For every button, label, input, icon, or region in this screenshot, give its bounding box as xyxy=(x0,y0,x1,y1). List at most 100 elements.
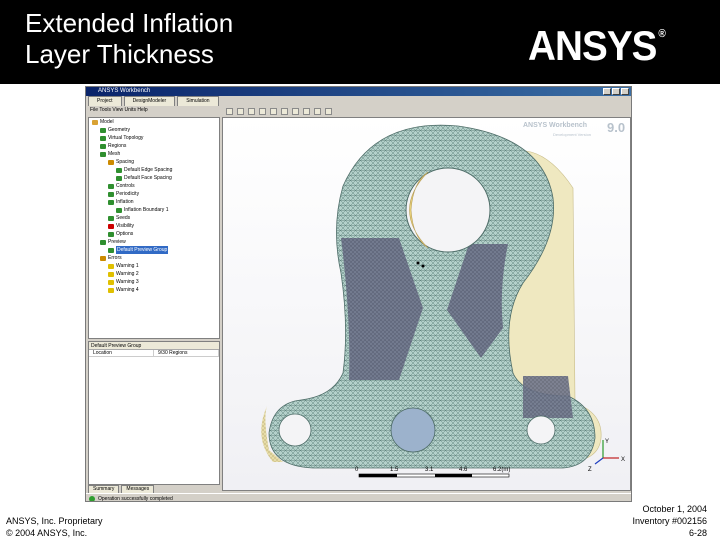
spacing-icon xyxy=(108,159,114,165)
geometry-icon xyxy=(100,127,106,133)
tree-item-label: Inflation Boundary 1 xyxy=(124,207,169,213)
tree-item[interactable]: Controls xyxy=(89,182,219,190)
tree-item-label: Mesh xyxy=(108,151,121,157)
rotate-tool-icon[interactable] xyxy=(237,108,244,115)
tree-item[interactable]: Model xyxy=(89,118,219,126)
tab-project[interactable]: Project xyxy=(88,96,122,106)
tree-item-label: Visibility xyxy=(116,223,134,229)
minimize-button[interactable] xyxy=(603,88,611,95)
axis-label-x: X xyxy=(621,457,625,463)
main-bore xyxy=(405,167,491,253)
menu-bar[interactable]: File Tools View Units Help xyxy=(86,106,222,115)
tree-item[interactable]: Warning 1 xyxy=(89,262,219,270)
outline-tree: Model Geometry Virtual Topology Regions Mesh… xyxy=(88,117,220,339)
tree-item-label: Seeds xyxy=(116,215,131,221)
tree-item[interactable]: Warning 3 xyxy=(89,278,219,286)
tree-item[interactable]: Warning 2 xyxy=(89,270,219,278)
tree-item-label: Warning 1 xyxy=(116,263,139,269)
tree-item[interactable]: Inflation xyxy=(89,198,219,206)
details-value[interactable]: 9/30 Regions xyxy=(154,350,219,356)
tree-item-label: Regions xyxy=(108,143,127,149)
tree-item-label: Options xyxy=(116,231,134,237)
vertex-select-icon[interactable] xyxy=(314,108,321,115)
tree-item[interactable]: Visibility xyxy=(89,222,219,230)
details-header: Default Preview Group xyxy=(89,342,219,350)
inflation-region-lower xyxy=(523,376,573,418)
scale-label-3: 4.6 xyxy=(459,467,468,473)
face-select-icon[interactable] xyxy=(292,108,299,115)
tab-designmodeler[interactable]: DesignModeler xyxy=(123,96,176,106)
close-button[interactable] xyxy=(621,88,629,95)
slide-title-line1: Extended Inflation xyxy=(25,8,234,38)
visibility-icon xyxy=(108,223,114,229)
footer-copyright: © 2004 ANSYS, Inc. xyxy=(6,528,88,538)
tree-item-label: Warning 4 xyxy=(116,287,139,293)
tree-item[interactable]: Preview xyxy=(89,238,219,246)
tree-item-label: Geometry xyxy=(108,127,130,133)
tree-item[interactable]: Default Edge Spacing xyxy=(89,166,219,174)
tree-item-label: Periodicity xyxy=(116,191,140,197)
footer-proprietary: ANSYS, Inc. Proprietary xyxy=(6,516,103,526)
tree-item[interactable]: Seeds xyxy=(89,214,219,222)
footer-right: October 1, 2004 Inventory #002156 6-28 xyxy=(632,503,707,539)
boundary-icon xyxy=(116,207,122,213)
edge-select-icon[interactable] xyxy=(303,108,310,115)
tree-item-label: Default Edge Spacing xyxy=(124,167,173,173)
details-panel: Default Preview Group Location 9/30 Regi… xyxy=(88,341,220,485)
seeds-icon xyxy=(108,215,114,221)
mesh-model: 0 1.5 3.1 4.6 6.2(m) Y X Z xyxy=(261,124,625,478)
tab-simulation[interactable]: Simulation xyxy=(177,96,219,106)
tree-item[interactable]: Periodicity xyxy=(89,190,219,198)
tree-item-label: Errors xyxy=(108,255,122,261)
tree-item-label: Default Face Spacing xyxy=(124,175,172,181)
edge-icon xyxy=(116,167,122,173)
body-select-icon[interactable] xyxy=(325,108,332,115)
mesh-icon xyxy=(100,151,106,157)
details-row: Location 9/30 Regions xyxy=(89,350,219,357)
tree-item[interactable]: Mesh xyxy=(89,150,219,158)
tree-item[interactable]: Default Preview Group xyxy=(89,246,219,254)
hole-center xyxy=(390,407,436,453)
scale-label-2: 3.1 xyxy=(425,467,434,473)
model-icon xyxy=(92,119,98,125)
tree-item[interactable]: Options xyxy=(89,230,219,238)
ansys-logo: ANSYS ® xyxy=(528,22,666,70)
errors-icon xyxy=(100,255,106,261)
tree-item[interactable]: Default Face Spacing xyxy=(89,174,219,182)
tree-item[interactable]: Geometry xyxy=(89,126,219,134)
warning-icon xyxy=(108,279,114,285)
tree-item[interactable]: Inflation Boundary 1 xyxy=(89,206,219,214)
project-tabs: Project DesignModeler Simulation xyxy=(86,96,631,106)
warning-icon xyxy=(108,287,114,293)
status-ok-icon xyxy=(89,496,95,501)
pan-tool-icon[interactable] xyxy=(248,108,255,115)
axis-label-z: Z xyxy=(588,467,592,473)
details-key: Location xyxy=(89,350,154,356)
tree-item[interactable]: Warning 4 xyxy=(89,286,219,294)
tree-item[interactable]: Virtual Topology xyxy=(89,134,219,142)
zoom-box-tool-icon[interactable] xyxy=(270,108,277,115)
zoom-tool-icon[interactable] xyxy=(259,108,266,115)
zoom-fit-tool-icon[interactable] xyxy=(281,108,288,115)
tree-item-label: Warning 2 xyxy=(116,271,139,277)
slide-title-line2: Layer Thickness xyxy=(25,39,214,69)
probe-marker-1 xyxy=(416,261,420,265)
tree-item[interactable]: Spacing xyxy=(89,158,219,166)
tree-item[interactable]: Errors xyxy=(89,254,219,262)
tree-item-label: Virtual Topology xyxy=(108,135,144,141)
maximize-button[interactable] xyxy=(612,88,620,95)
workbench-window: ANSYS Workbench Project DesignModeler Si… xyxy=(85,86,632,502)
select-tool-icon[interactable] xyxy=(226,108,233,115)
tree-item-label: Default Preview Group xyxy=(116,246,169,254)
hole-right xyxy=(526,415,556,445)
graphics-viewport[interactable]: ANSYS Workbench 9.0 Development Version xyxy=(222,117,631,491)
warning-icon xyxy=(108,271,114,277)
axis-label-y: Y xyxy=(605,439,609,445)
slide-title: Extended Inflation Layer Thickness xyxy=(25,8,233,70)
ansys-logo-mark: ® xyxy=(658,28,665,40)
tree-item-label: Model xyxy=(100,119,114,125)
tree-item-label: Inflation xyxy=(116,199,134,205)
tree-item[interactable]: Regions xyxy=(89,142,219,150)
topology-icon xyxy=(100,135,106,141)
footer-date: October 1, 2004 xyxy=(642,504,707,514)
